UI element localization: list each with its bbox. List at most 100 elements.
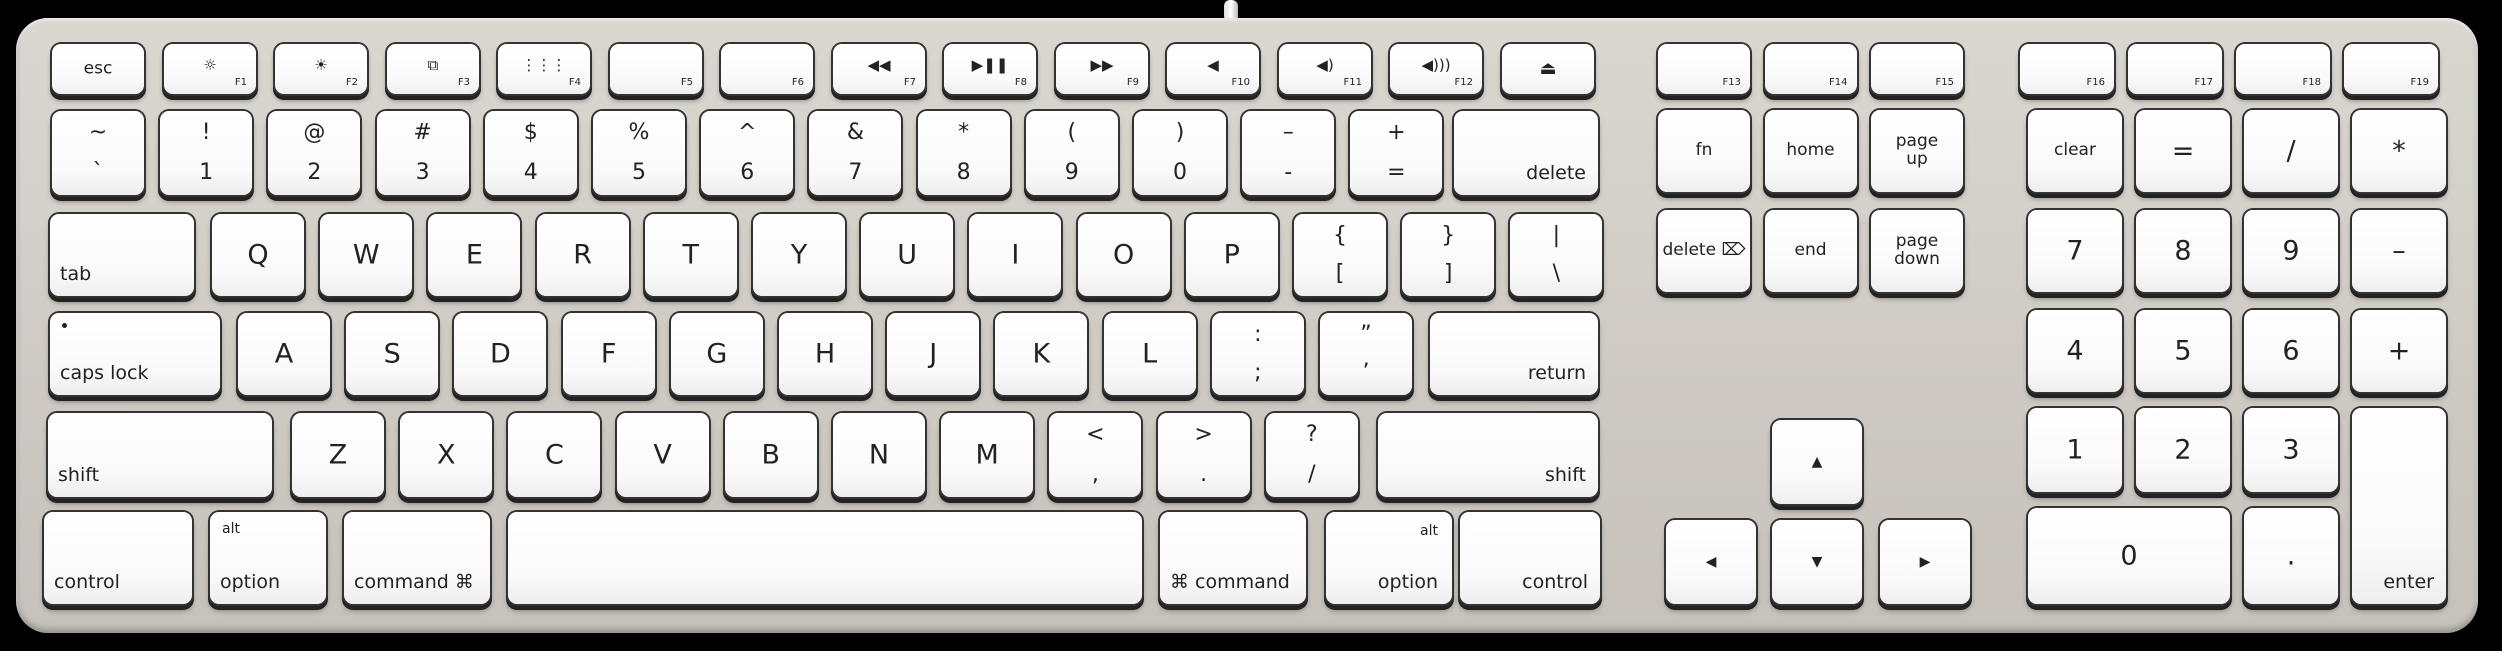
key-t[interactable]: T bbox=[644, 214, 737, 296]
key-4[interactable]: $4 bbox=[484, 111, 577, 195]
f8-key[interactable]: ▶❚❚ F8 bbox=[944, 44, 1036, 94]
key-i[interactable]: I bbox=[969, 214, 1062, 296]
f3-key[interactable]: ⧉ F3 bbox=[387, 44, 479, 94]
fn-key[interactable]: fn bbox=[1658, 110, 1750, 192]
space-bar[interactable] bbox=[508, 512, 1142, 604]
tab-key[interactable]: tab bbox=[50, 214, 194, 296]
key-p[interactable]: P bbox=[1185, 214, 1278, 296]
numpad-multiply-key[interactable]: * bbox=[2352, 110, 2446, 192]
key-c[interactable]: C bbox=[508, 413, 601, 497]
key-key[interactable]: ? / bbox=[1265, 413, 1358, 497]
home-key[interactable]: home bbox=[1764, 110, 1857, 192]
numpad-divide-key[interactable]: / bbox=[2244, 110, 2338, 192]
arrow-left-key[interactable]: ◀ bbox=[1666, 520, 1756, 604]
numpad-0-key[interactable]: 0 bbox=[2028, 508, 2230, 604]
arrow-right-key[interactable]: ▶ bbox=[1880, 520, 1970, 604]
f4-key[interactable]: ⋮⋮⋮ F4 bbox=[498, 44, 590, 94]
key-o[interactable]: O bbox=[1077, 214, 1170, 296]
numpad-clear-key[interactable]: clear bbox=[2028, 110, 2122, 192]
f11-key[interactable]: ◀) F11 bbox=[1279, 44, 1371, 94]
key-e[interactable]: E bbox=[428, 214, 521, 296]
numpad-decimal-key[interactable]: . bbox=[2244, 508, 2338, 604]
right-option-key[interactable]: alt option bbox=[1326, 512, 1452, 604]
f5-key[interactable]: F5 bbox=[610, 44, 702, 94]
f19-key[interactable]: F19 bbox=[2344, 44, 2438, 94]
key-5[interactable]: % 5 bbox=[593, 111, 685, 195]
key-k[interactable]: K bbox=[995, 313, 1088, 395]
f9-key[interactable]: ▶▶ F9 bbox=[1056, 44, 1148, 94]
key-1[interactable]: ! 1 bbox=[160, 111, 253, 195]
page-down-key[interactable]: page down bbox=[1871, 210, 1963, 292]
key-u[interactable]: U bbox=[861, 214, 954, 296]
key-key[interactable]: >. bbox=[1157, 413, 1250, 497]
key-0[interactable]: ) 0 bbox=[1134, 111, 1226, 195]
f6-key[interactable]: F6 bbox=[721, 44, 813, 94]
numpad-9-key[interactable]: 9 bbox=[2244, 210, 2338, 292]
key-7[interactable]: & 7 bbox=[809, 111, 902, 195]
key-q[interactable]: Q bbox=[212, 214, 304, 296]
key-x[interactable]: X bbox=[400, 413, 493, 497]
key-g[interactable]: G bbox=[670, 313, 763, 395]
right-shift-key[interactable]: shift bbox=[1378, 413, 1598, 497]
key-b[interactable]: B bbox=[724, 413, 817, 497]
key-key[interactable]: – - bbox=[1242, 111, 1335, 195]
caps-lock-key[interactable]: caps lock bbox=[50, 313, 220, 395]
f13-key[interactable]: F13 bbox=[1658, 44, 1750, 94]
key-key[interactable]: | \ bbox=[1510, 214, 1603, 296]
numpad-enter-key[interactable]: enter bbox=[2352, 408, 2446, 604]
f7-key[interactable]: ◀◀ F7 bbox=[833, 44, 925, 94]
left-option-key[interactable]: alt option bbox=[210, 512, 326, 604]
key-j[interactable]: J bbox=[887, 313, 980, 395]
key-z[interactable]: Z bbox=[292, 413, 384, 497]
key-h[interactable]: H bbox=[779, 313, 871, 395]
right-command-key[interactable]: ⌘ command bbox=[1160, 512, 1306, 604]
numpad-2-key[interactable]: 2 bbox=[2136, 408, 2230, 492]
key-3[interactable]: #3 bbox=[376, 111, 469, 195]
key-key[interactable]: + = bbox=[1350, 111, 1443, 195]
f16-key[interactable]: F16 bbox=[2020, 44, 2114, 94]
numpad-4-key[interactable]: 4 bbox=[2028, 310, 2122, 392]
key-6[interactable]: ^ 6 bbox=[701, 111, 794, 195]
delete-key[interactable]: delete bbox=[1454, 111, 1598, 195]
f12-key[interactable]: ◀))) F12 bbox=[1390, 44, 1482, 94]
key-9[interactable]: (9 bbox=[1025, 111, 1118, 195]
left-command-key[interactable]: command ⌘ bbox=[344, 512, 490, 604]
f18-key[interactable]: F18 bbox=[2236, 44, 2330, 94]
key-key[interactable]: {[ bbox=[1294, 214, 1386, 296]
key-y[interactable]: Y bbox=[753, 214, 845, 296]
key-s[interactable]: S bbox=[346, 313, 439, 395]
page-up-key[interactable]: page up bbox=[1871, 110, 1963, 192]
key-d[interactable]: D bbox=[454, 313, 547, 395]
right-control-key[interactable]: control bbox=[1460, 512, 1600, 604]
forward-delete-key[interactable]: delete ⌦ bbox=[1658, 210, 1750, 292]
end-key[interactable]: end bbox=[1764, 210, 1857, 292]
numpad-8-key[interactable]: 8 bbox=[2136, 210, 2230, 292]
arrow-down-key[interactable]: ▼ bbox=[1772, 520, 1862, 604]
key-key[interactable]: :; bbox=[1211, 313, 1304, 395]
key-key[interactable]: ”’ bbox=[1320, 313, 1412, 395]
key-n[interactable]: N bbox=[833, 413, 925, 497]
f15-key[interactable]: F15 bbox=[1871, 44, 1963, 94]
key-w[interactable]: W bbox=[320, 214, 413, 296]
numpad-6-key[interactable]: 6 bbox=[2244, 310, 2338, 392]
numpad-minus-key[interactable]: – bbox=[2352, 210, 2446, 292]
key-a[interactable]: A bbox=[238, 313, 330, 395]
key-8[interactable]: * 8 bbox=[917, 111, 1010, 195]
f14-key[interactable]: F14 bbox=[1764, 44, 1857, 94]
f2-key[interactable]: ☀ F2 bbox=[275, 44, 367, 94]
esc-key[interactable]: esc bbox=[52, 44, 144, 94]
key-l[interactable]: L bbox=[1103, 313, 1196, 395]
key-key[interactable]: <, bbox=[1049, 413, 1142, 497]
numpad-7-key[interactable]: 7 bbox=[2028, 210, 2122, 292]
key-r[interactable]: R bbox=[536, 214, 629, 296]
key-key[interactable]: }] bbox=[1402, 214, 1495, 296]
key-f[interactable]: F bbox=[562, 313, 655, 395]
eject-key[interactable]: ⏏ bbox=[1502, 44, 1594, 94]
key-v[interactable]: V bbox=[616, 413, 709, 497]
left-control-key[interactable]: control bbox=[44, 512, 192, 604]
arrow-up-key[interactable]: ▲ bbox=[1772, 420, 1862, 504]
numpad-plus-key[interactable]: + bbox=[2352, 310, 2446, 392]
return-key[interactable]: return bbox=[1430, 313, 1598, 395]
f10-key[interactable]: ◀ F10 bbox=[1167, 44, 1259, 94]
left-shift-key[interactable]: shift bbox=[48, 413, 272, 497]
